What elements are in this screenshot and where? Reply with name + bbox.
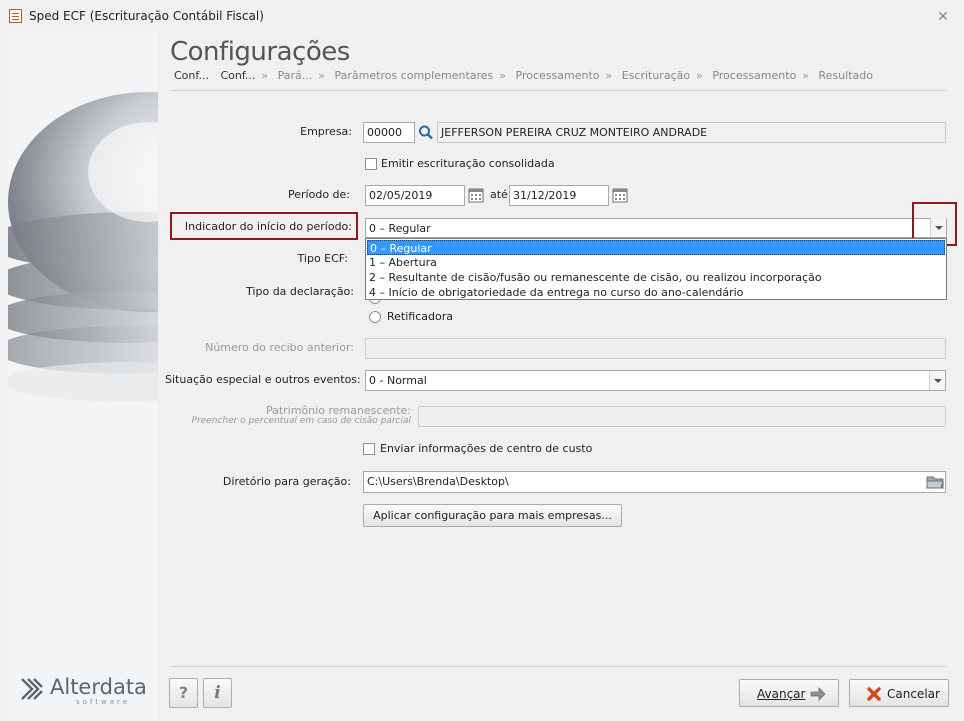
page-title: Configurações [170, 37, 350, 67]
patrimonio-input [418, 406, 946, 427]
periodo-label: Período de: [288, 188, 350, 201]
patrimonio-sublabel: Preencher o percentual em caso de cisão … [191, 416, 411, 426]
empresa-code-input[interactable]: 00000 [363, 122, 415, 143]
periodo-from-input[interactable]: 02/05/2019 [365, 185, 465, 206]
situacao-label: Situação especial e outros eventos: [165, 373, 361, 386]
dropdown-option[interactable]: 4 – Início de obrigatoriedade da entrega… [367, 285, 945, 300]
empresa-name-field: JEFFERSON PEREIRA CRUZ MONTEIRO ANDRADE [437, 122, 946, 143]
cancelar-button[interactable]: Cancelar [849, 679, 949, 707]
periodo-to-input[interactable]: 31/12/2019 [509, 185, 609, 206]
calendar-icon[interactable] [610, 186, 630, 205]
breadcrumb-item: Conf... [174, 69, 209, 82]
radio-retificadora[interactable] [369, 311, 381, 323]
situacao-select[interactable]: 0 - Normal [365, 370, 946, 391]
numero-recibo-input [365, 338, 946, 359]
indicador-label: Indicador do início do período: [184, 220, 352, 233]
diretorio-label: Diretório para geração: [222, 475, 351, 488]
search-icon[interactable] [416, 123, 436, 142]
info-button[interactable]: i [203, 678, 232, 708]
close-icon[interactable]: ✕ [935, 9, 951, 25]
calendar-icon[interactable] [466, 186, 486, 205]
dropdown-option[interactable]: 0 – Regular [367, 240, 945, 255]
breadcrumb-item: Resultado [818, 69, 873, 82]
indicador-select[interactable]: 0 – Regular [365, 218, 947, 238]
breadcrumb-item: Parâmetros complementares [334, 69, 494, 82]
cancel-x-icon [866, 686, 882, 702]
side-banner [8, 32, 158, 721]
header-divider [170, 90, 946, 91]
logo-subtext: software [76, 698, 131, 706]
empresa-label: Empresa: [300, 125, 352, 138]
window-title: Sped ECF (Escrituração Contábil Fiscal) [29, 9, 264, 23]
app-icon [9, 9, 22, 23]
aplicar-configuracao-button[interactable]: Aplicar configuração para mais empresas.… [363, 504, 622, 527]
footer-divider [170, 666, 946, 667]
breadcrumb: Conf... Conf...» Pará...» Parâmetros com… [174, 69, 873, 82]
breadcrumb-item: Escrituração [621, 69, 691, 82]
dropdown-option[interactable]: 1 – Abertura [367, 255, 945, 270]
centro-custo-label: Enviar informações de centro de custo [380, 442, 593, 455]
diretorio-input[interactable]: C:\Users\Brenda\Desktop\ [363, 471, 946, 493]
numero-recibo-label: Número do recibo anterior: [205, 341, 354, 354]
tipo-declaracao-label: Tipo da declaração: [246, 285, 354, 298]
breadcrumb-item: Processamento [515, 69, 600, 82]
retificadora-label: Retificadora [387, 310, 453, 323]
folder-icon[interactable] [925, 473, 945, 491]
avancar-label: Avançar [757, 687, 806, 701]
consolidada-checkbox[interactable] [365, 158, 377, 170]
arrow-right-icon [810, 687, 826, 701]
avancar-button[interactable]: Avançar [739, 679, 839, 707]
breadcrumb-item: Conf... [220, 69, 256, 82]
ate-label: até [490, 188, 508, 201]
dropdown-option[interactable]: 2 – Resultante de cisão/fusão ou remanes… [367, 270, 945, 285]
indicador-dropdown-list: 0 – Regular 1 – Abertura 2 – Resultante … [365, 238, 947, 300]
tipo-ecf-label: Tipo ECF: [297, 252, 348, 265]
breadcrumb-item: Processamento [712, 69, 797, 82]
alterdata-logo-icon [20, 676, 44, 702]
consolidada-label: Emitir escrituração consolidada [381, 157, 555, 170]
breadcrumb-item: Pará... [277, 69, 313, 82]
logo-text: Alterdata [50, 675, 147, 699]
chevron-down-icon[interactable] [929, 371, 945, 390]
centro-custo-checkbox[interactable] [363, 443, 375, 455]
cancelar-label: Cancelar [887, 687, 940, 701]
help-button[interactable]: ? [169, 678, 198, 708]
